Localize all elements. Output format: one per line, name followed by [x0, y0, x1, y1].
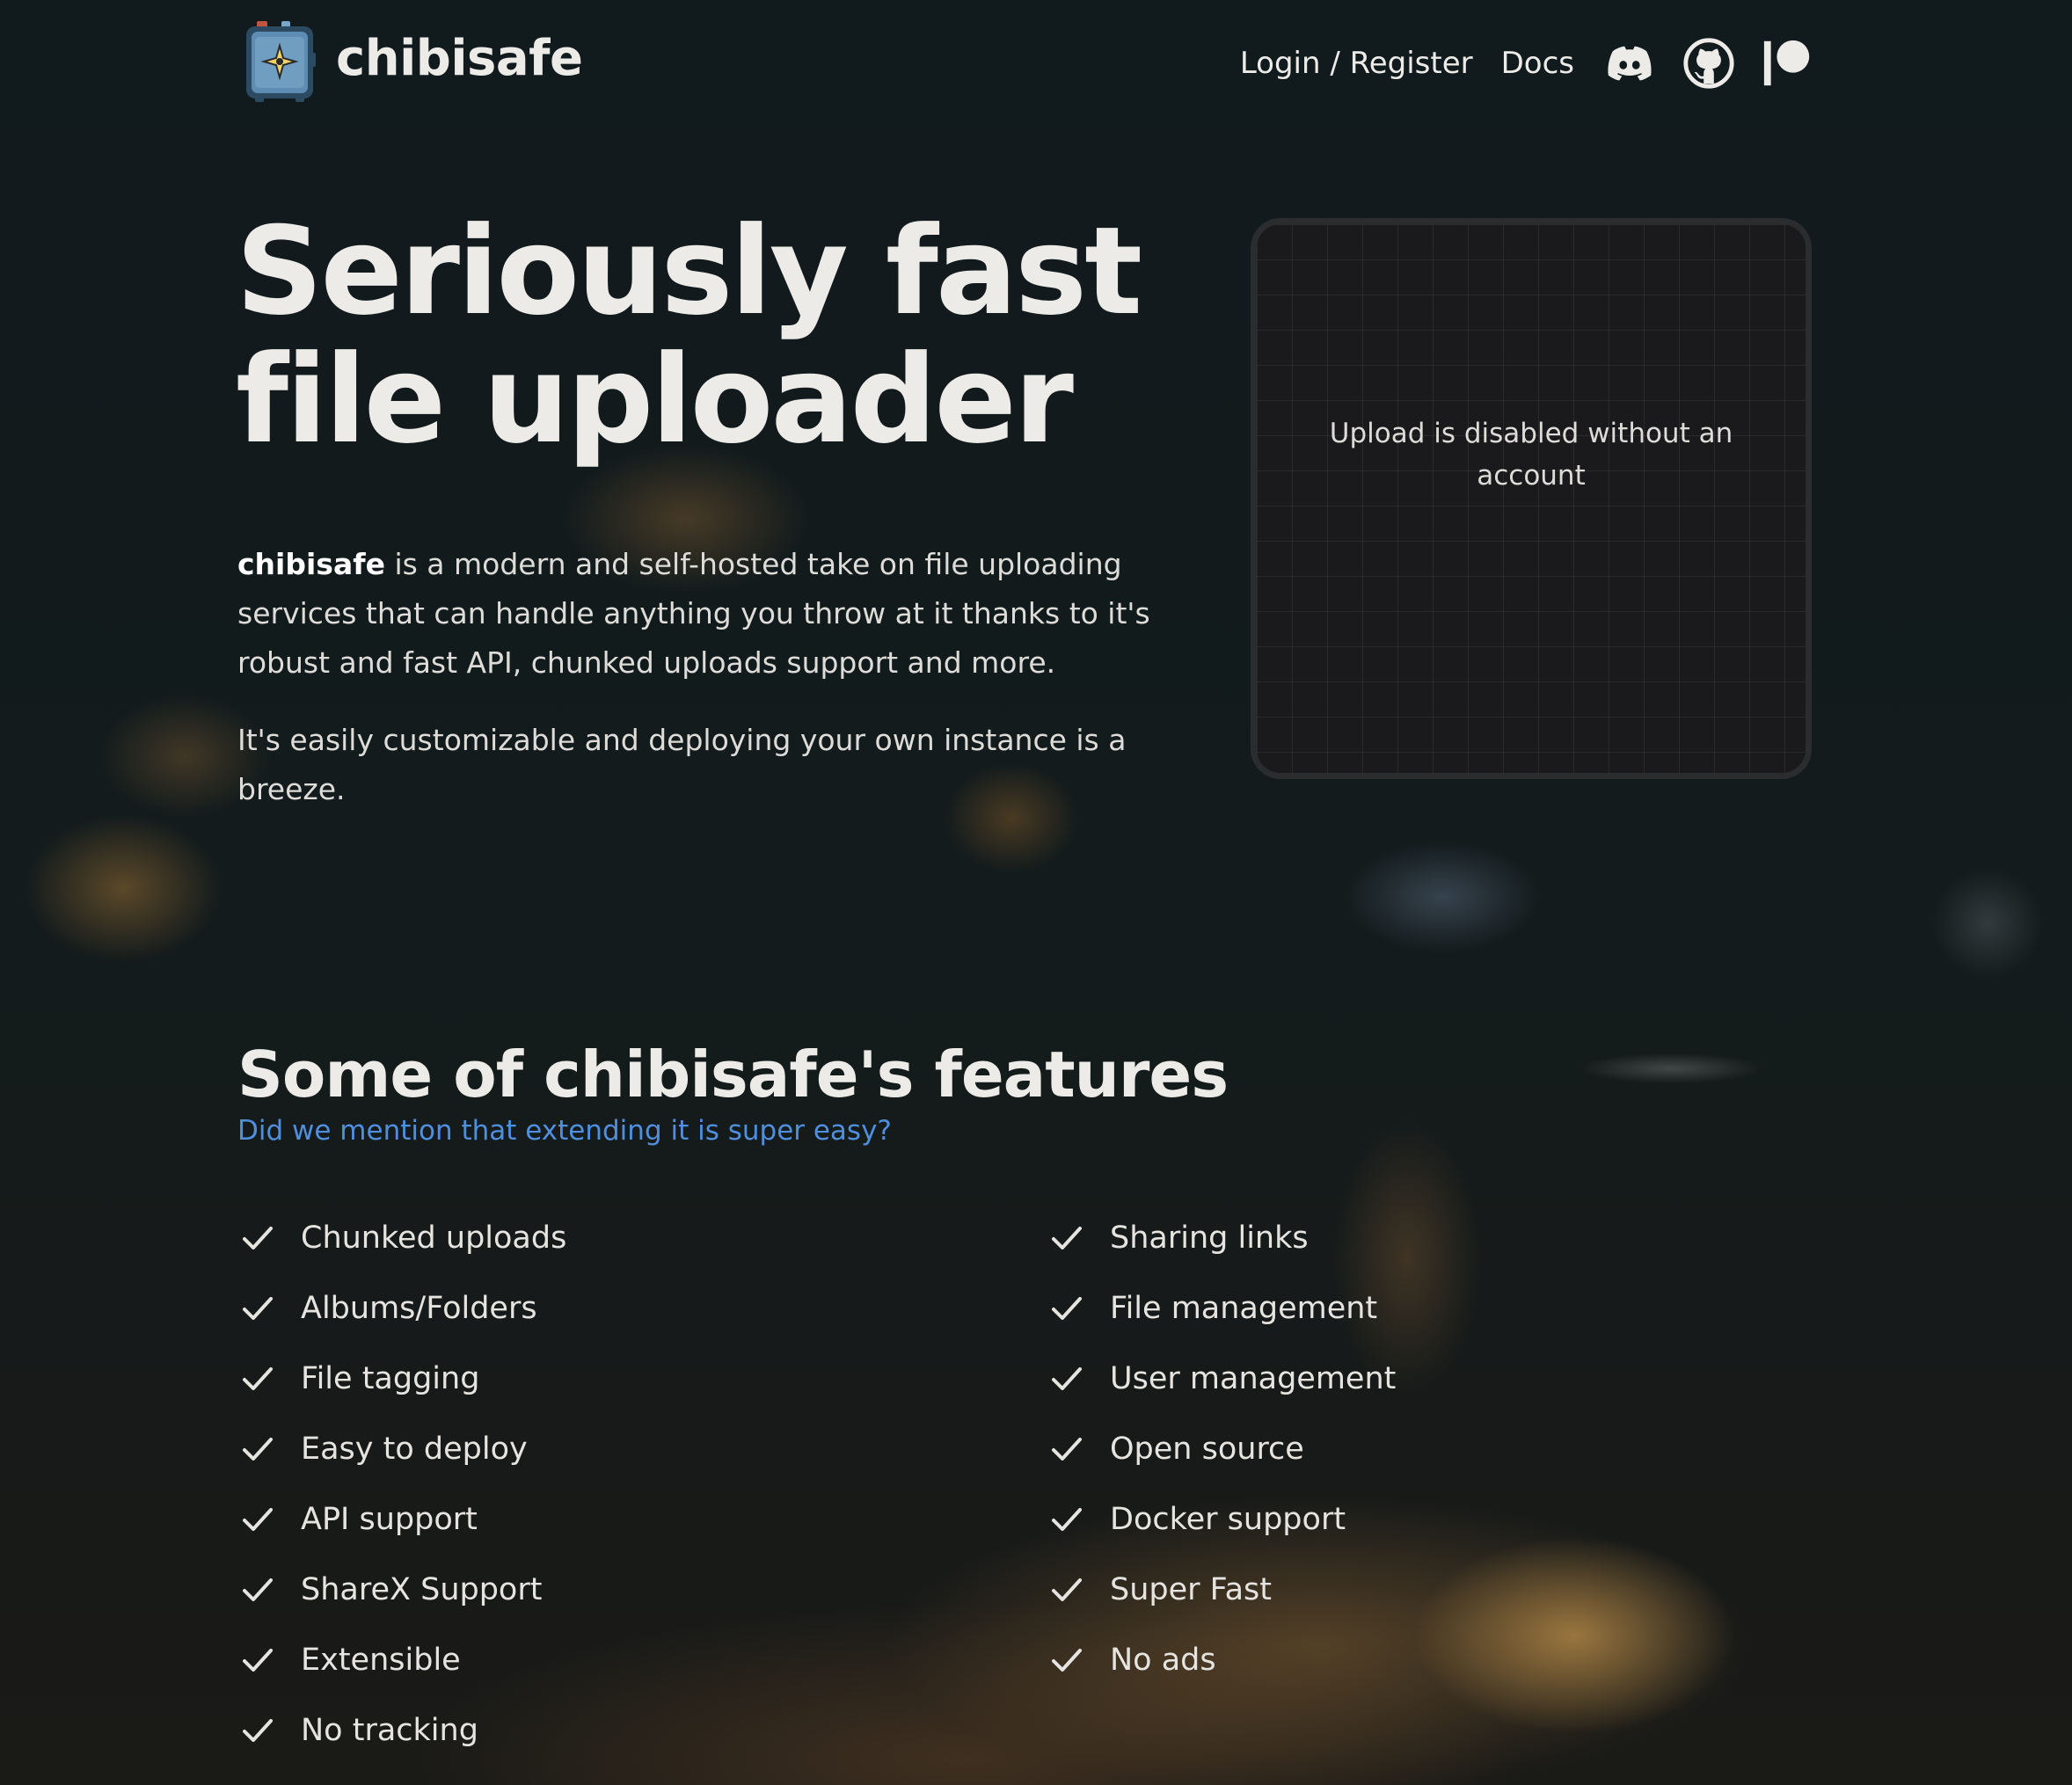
feature-label: No tracking — [301, 1713, 478, 1748]
check-icon — [1052, 1438, 1082, 1461]
upload-disabled-message: Upload is disabled without an account — [1329, 418, 1733, 492]
check-icon — [1052, 1297, 1082, 1320]
hero-description: chibisafe is a modern and self-hosted ta… — [237, 540, 1152, 688]
feature-label: User management — [1110, 1361, 1397, 1396]
feature-label: Extensible — [301, 1643, 461, 1678]
feature-item: No ads — [1047, 1625, 1396, 1695]
hero-description-brand: chibisafe — [237, 547, 385, 581]
check-icon — [243, 1578, 273, 1601]
github-icon[interactable] — [1682, 36, 1736, 91]
feature-label: Docker support — [1110, 1502, 1346, 1537]
upload-dropzone: Upload is disabled without an account — [1251, 218, 1812, 779]
feature-item: Super Fast — [1047, 1555, 1396, 1625]
feature-item: Sharing links — [1047, 1203, 1396, 1273]
feature-label: Sharing links — [1110, 1220, 1309, 1256]
feature-label: No ads — [1110, 1643, 1216, 1678]
feature-item: API support — [237, 1484, 566, 1555]
feature-item: File tagging — [237, 1344, 566, 1414]
chibisafe-logo[interactable] — [244, 21, 317, 104]
feature-item: Easy to deploy — [237, 1414, 566, 1484]
feature-label: Open source — [1110, 1432, 1304, 1467]
check-icon — [1052, 1367, 1082, 1390]
check-icon — [1052, 1227, 1082, 1250]
check-icon — [243, 1649, 273, 1672]
features-list-right: Sharing links File management User manag… — [1047, 1203, 1396, 1695]
check-icon — [1052, 1649, 1082, 1672]
login-register-link[interactable]: Login / Register — [1240, 46, 1473, 81]
docs-link[interactable]: Docs — [1501, 46, 1574, 81]
feature-label: Super Fast — [1110, 1572, 1272, 1607]
feature-label: Easy to deploy — [301, 1432, 528, 1467]
feature-item: Extensible — [237, 1625, 566, 1695]
features-list-left: Chunked uploads Albums/Folders File tagg… — [237, 1203, 566, 1766]
patreon-icon[interactable] — [1761, 36, 1815, 91]
feature-item: Open source — [1047, 1414, 1396, 1484]
feature-item: Docker support — [1047, 1484, 1396, 1555]
feature-label: ShareX Support — [301, 1572, 543, 1607]
check-icon — [243, 1227, 273, 1250]
feature-item: File management — [1047, 1273, 1396, 1344]
feature-item: User management — [1047, 1344, 1396, 1414]
brand-name[interactable]: chibisafe — [336, 30, 583, 87]
features-title: Some of chibisafe's features — [237, 1038, 1229, 1111]
feature-label: Albums/Folders — [301, 1291, 537, 1326]
features-subtitle: Did we mention that extending it is supe… — [237, 1115, 892, 1147]
feature-label: File management — [1110, 1291, 1378, 1326]
check-icon — [1052, 1578, 1082, 1601]
landing-page: chibisafe Login / Register Docs Seriousl… — [0, 0, 2072, 1785]
feature-item: No tracking — [237, 1695, 566, 1766]
hero-title: Seriously fast file uploader — [236, 208, 1142, 464]
hero-title-line-1: Seriously fast — [236, 200, 1142, 342]
check-icon — [243, 1438, 273, 1461]
discord-icon[interactable] — [1602, 36, 1657, 91]
feature-item: Albums/Folders — [237, 1273, 566, 1344]
feature-item: ShareX Support — [237, 1555, 566, 1625]
check-icon — [1052, 1508, 1082, 1531]
top-nav: Login / Register Docs — [1240, 30, 1815, 97]
check-icon — [243, 1508, 273, 1531]
check-icon — [243, 1367, 273, 1390]
hero-title-line-2: file uploader — [236, 329, 1074, 470]
feature-label: Chunked uploads — [301, 1220, 567, 1256]
feature-item: Chunked uploads — [237, 1203, 566, 1273]
feature-label: File tagging — [301, 1361, 480, 1396]
hero-description-secondary: It's easily customizable and deploying y… — [237, 723, 1127, 806]
feature-label: API support — [301, 1502, 478, 1537]
check-icon — [243, 1297, 273, 1320]
check-icon — [243, 1719, 273, 1742]
